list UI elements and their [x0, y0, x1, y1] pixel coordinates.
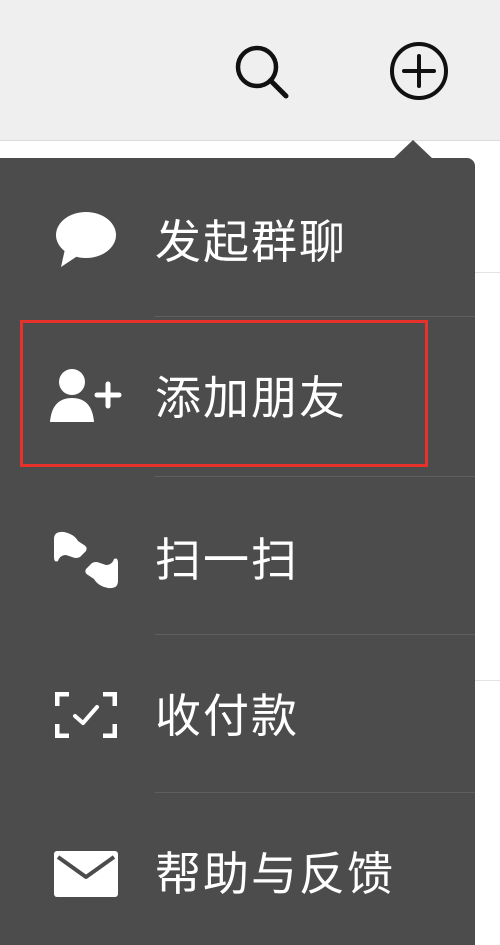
- menu-item-label: 发起群聊: [155, 215, 347, 269]
- top-bar: [0, 0, 500, 141]
- menu-pointer: [393, 140, 433, 159]
- plus-circle-icon[interactable]: [388, 40, 450, 102]
- chat-bubble-icon: [50, 203, 122, 275]
- menu-item-help-feedback[interactable]: 帮助与反馈: [0, 793, 475, 945]
- scan-icon: [50, 524, 122, 596]
- mail-icon: [50, 838, 122, 910]
- menu-item-group-chat[interactable]: 发起群聊: [0, 158, 475, 316]
- page: 发起群聊 添加朋友 扫一扫 收付款 帮助与反馈: [0, 0, 500, 945]
- menu-item-scan[interactable]: 扫一扫: [0, 477, 475, 635]
- menu-item-payment[interactable]: 收付款: [0, 635, 475, 793]
- menu-item-label: 扫一扫: [155, 533, 299, 587]
- menu-item-label: 收付款: [155, 689, 299, 743]
- menu-item-label: 帮助与反馈: [155, 847, 395, 901]
- search-icon[interactable]: [230, 40, 292, 102]
- payment-scan-icon: [50, 679, 122, 751]
- highlight-box: [20, 320, 428, 467]
- dropdown-menu: 发起群聊 添加朋友 扫一扫 收付款 帮助与反馈: [0, 158, 475, 945]
